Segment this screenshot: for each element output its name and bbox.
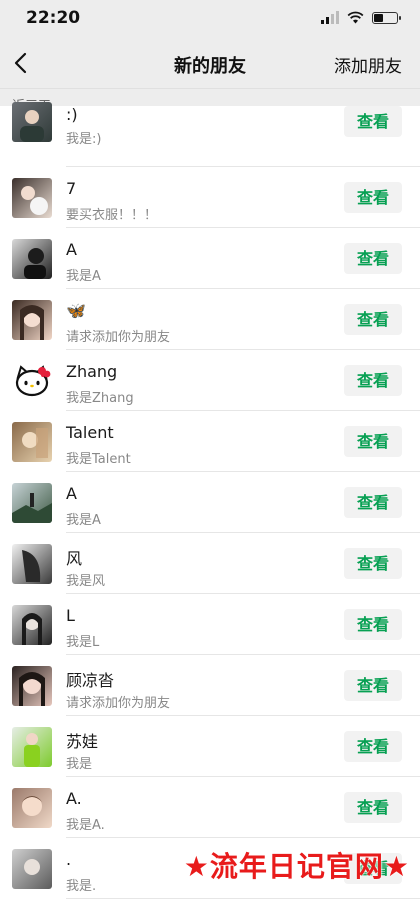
view-button[interactable]: 查看 (344, 487, 402, 518)
avatar (12, 605, 52, 645)
view-button[interactable]: 查看 (344, 106, 402, 137)
avatar (12, 727, 52, 767)
friend-message: 我是A (66, 513, 101, 528)
friend-row[interactable]: Talent 我是Talent 查看 (0, 411, 420, 472)
status-bar: 22:20 (0, 0, 420, 38)
friend-message: 请求添加你为朋友 (66, 330, 171, 345)
friend-row[interactable]: 风 我是风 查看 (0, 533, 420, 594)
friend-list: :) 我是:) 查看 7 要买衣服！！！ 查看 A 我是A 查看 🦋 请求添加你… (0, 102, 420, 899)
friend-row[interactable]: 苏娃 我是 查看 (0, 716, 420, 777)
friend-name: :) (66, 105, 78, 124)
friend-message: 我是风 (66, 574, 106, 589)
friend-message: 我是A. (66, 818, 105, 833)
add-friend-button[interactable]: 添加朋友 (334, 52, 402, 77)
avatar (12, 239, 52, 279)
avatar (12, 666, 52, 706)
friend-message: 我是A (66, 269, 101, 284)
view-button[interactable]: 查看 (344, 792, 402, 823)
avatar (12, 483, 52, 523)
friend-name: A. (66, 789, 82, 808)
friend-message: 我是Talent (66, 452, 131, 467)
nav-bar: 新的朋友 添加朋友 (0, 38, 420, 88)
friend-name: Talent (66, 423, 114, 442)
friend-message: 请求添加你为朋友 (66, 696, 171, 711)
friend-name: 顾凉沓 (66, 671, 115, 690)
view-button[interactable]: 查看 (344, 365, 402, 396)
friend-row[interactable]: :) 我是:) 查看 (0, 102, 420, 167)
hello-kitty-icon (12, 361, 52, 401)
friend-row[interactable]: 🦋 请求添加你为朋友 查看 (0, 289, 420, 350)
watermark: ★流年日记官网★ (183, 850, 410, 883)
avatar (12, 544, 52, 584)
friend-message: 我是L (66, 635, 100, 650)
avatar (12, 300, 52, 340)
friend-name: 7 (66, 179, 77, 198)
friend-message: 我是 (66, 757, 93, 772)
friend-name: 苏娃 (66, 732, 99, 751)
friend-row[interactable]: Zhang 我是Zhang 查看 (0, 350, 420, 411)
view-button[interactable]: 查看 (344, 609, 402, 640)
friend-row[interactable]: 7 要买衣服！！！ 查看 (0, 167, 420, 228)
friend-row[interactable]: A. 我是A. 查看 (0, 777, 420, 838)
friend-name: A (66, 240, 77, 259)
friend-message: 我是Zhang (66, 391, 134, 406)
view-button[interactable]: 查看 (344, 426, 402, 457)
friend-name: A (66, 484, 77, 503)
avatar (12, 102, 52, 142)
avatar (12, 178, 52, 218)
friend-row[interactable]: A 我是A 查看 (0, 228, 420, 289)
view-button[interactable]: 查看 (344, 243, 402, 274)
status-time: 22:20 (26, 8, 81, 28)
view-button[interactable]: 查看 (344, 182, 402, 213)
view-button[interactable]: 查看 (344, 548, 402, 579)
friend-row[interactable]: A 我是A 查看 (0, 472, 420, 533)
battery-icon (372, 11, 401, 24)
friend-name: . (66, 850, 72, 869)
friend-name: 🦋 (66, 301, 86, 320)
friend-name: 风 (66, 549, 83, 568)
friend-message: 我是. (66, 879, 97, 894)
friend-row[interactable]: L 我是L 查看 (0, 594, 420, 655)
signal-icon (321, 11, 339, 24)
view-button[interactable]: 查看 (344, 670, 402, 701)
friend-row[interactable]: 顾凉沓 请求添加你为朋友 查看 (0, 655, 420, 716)
avatar (12, 788, 52, 828)
friend-message: 要买衣服！！！ (66, 208, 158, 223)
avatar (12, 422, 52, 462)
friend-message: 我是:) (66, 132, 102, 147)
friend-name: L (66, 606, 75, 625)
view-button[interactable]: 查看 (344, 304, 402, 335)
view-button[interactable]: 查看 (344, 731, 402, 762)
wifi-icon (347, 11, 364, 24)
avatar (12, 849, 52, 889)
status-icons (321, 11, 401, 24)
friend-name: Zhang (66, 362, 118, 381)
